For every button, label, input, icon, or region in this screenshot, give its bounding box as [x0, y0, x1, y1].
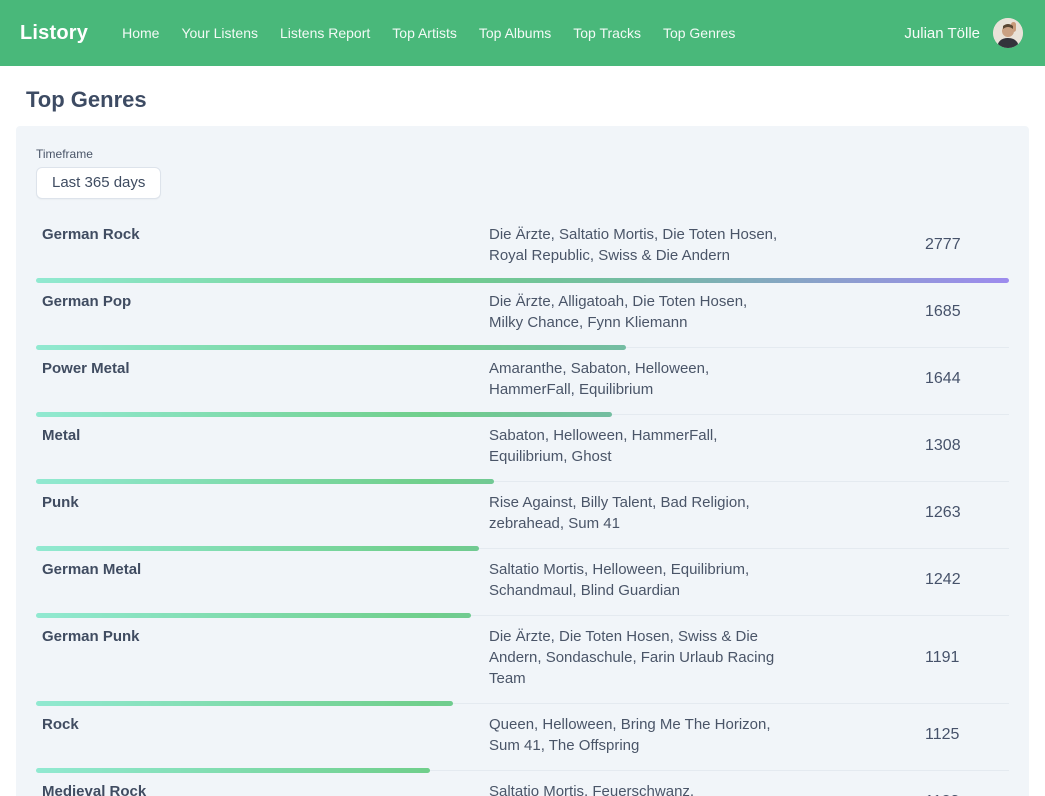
genre-count: 1685	[925, 303, 1009, 321]
genre-count: 1308	[925, 437, 1009, 455]
timeframe-label: Timeframe	[36, 147, 1009, 161]
nav-item-listens-report[interactable]: Listens Report	[280, 25, 370, 41]
user-avatar-image	[993, 18, 1023, 48]
genre-name: Metal	[42, 425, 489, 446]
genre-artists: Saltatio Mortis, Feuerschwanz, Schandmau…	[489, 781, 785, 796]
genre-artists: Die Ärzte, Alligatoah, Die Toten Hosen, …	[489, 291, 785, 333]
genre-artists: Die Ärzte, Die Toten Hosen, Swiss & Die …	[489, 626, 785, 689]
genre-count: 1263	[925, 504, 1009, 522]
nav-item-top-tracks[interactable]: Top Tracks	[573, 25, 641, 41]
genres-table: German Rock Die Ärzte, Saltatio Mortis, …	[36, 214, 1009, 796]
timeframe-select[interactable]: Last 365 days	[36, 167, 161, 199]
genre-count: 1242	[925, 571, 1009, 589]
genre-artists: Amaranthe, Sabaton, Helloween, HammerFal…	[489, 358, 785, 400]
genre-name: Medieval Rock	[42, 781, 489, 796]
genre-row: Punk Rise Against, Billy Talent, Bad Rel…	[36, 482, 1009, 549]
genre-artists: Rise Against, Billy Talent, Bad Religion…	[489, 492, 785, 534]
genre-name: German Punk	[42, 626, 489, 647]
genre-count: 1191	[925, 649, 1009, 667]
genre-row: German Rock Die Ärzte, Saltatio Mortis, …	[36, 214, 1009, 281]
genre-count: 1644	[925, 370, 1009, 388]
genre-name: German Pop	[42, 291, 489, 312]
main-content: Top Genres Timeframe Last 365 days Germa…	[0, 87, 1045, 796]
nav-item-home[interactable]: Home	[122, 25, 159, 41]
genre-row: German Pop Die Ärzte, Alligatoah, Die To…	[36, 281, 1009, 348]
genre-row: Metal Sabaton, Helloween, HammerFall, Eq…	[36, 415, 1009, 482]
genre-count: 1125	[925, 726, 1009, 744]
genre-artists: Die Ärzte, Saltatio Mortis, Die Toten Ho…	[489, 224, 785, 266]
genre-artists: Saltatio Mortis, Helloween, Equilibrium,…	[489, 559, 785, 601]
nav-item-top-artists[interactable]: Top Artists	[392, 25, 457, 41]
genre-artists: Sabaton, Helloween, HammerFall, Equilibr…	[489, 425, 785, 467]
genre-row: Medieval Rock Saltatio Mortis, Feuerschw…	[36, 771, 1009, 796]
genre-count: 2777	[925, 236, 1009, 254]
user-avatar[interactable]	[993, 18, 1023, 48]
genre-name: German Rock	[42, 224, 489, 245]
user-name: Julian Tölle	[904, 25, 980, 42]
top-genres-card: Timeframe Last 365 days German Rock Die …	[16, 126, 1029, 796]
genre-row: German Punk Die Ärzte, Die Toten Hosen, …	[36, 616, 1009, 704]
genre-row: Rock Queen, Helloween, Bring Me The Hori…	[36, 704, 1009, 771]
app-logo[interactable]: Listory	[20, 22, 88, 45]
genre-row: Power Metal Amaranthe, Sabaton, Hellowee…	[36, 348, 1009, 415]
genre-row: German Metal Saltatio Mortis, Helloween,…	[36, 549, 1009, 616]
nav-item-top-albums[interactable]: Top Albums	[479, 25, 551, 41]
genre-artists: Queen, Helloween, Bring Me The Horizon, …	[489, 714, 785, 756]
genre-name: Punk	[42, 492, 489, 513]
nav-item-top-genres[interactable]: Top Genres	[663, 25, 735, 41]
nav-links: Home Your Listens Listens Report Top Art…	[122, 25, 735, 41]
nav-item-your-listens[interactable]: Your Listens	[181, 25, 258, 41]
genre-name: German Metal	[42, 559, 489, 580]
nav-user-section: Julian Tölle	[904, 18, 1023, 48]
navbar: Listory Home Your Listens Listens Report…	[0, 0, 1045, 66]
page-title: Top Genres	[26, 87, 1029, 113]
genre-name: Rock	[42, 714, 489, 735]
genre-name: Power Metal	[42, 358, 489, 379]
